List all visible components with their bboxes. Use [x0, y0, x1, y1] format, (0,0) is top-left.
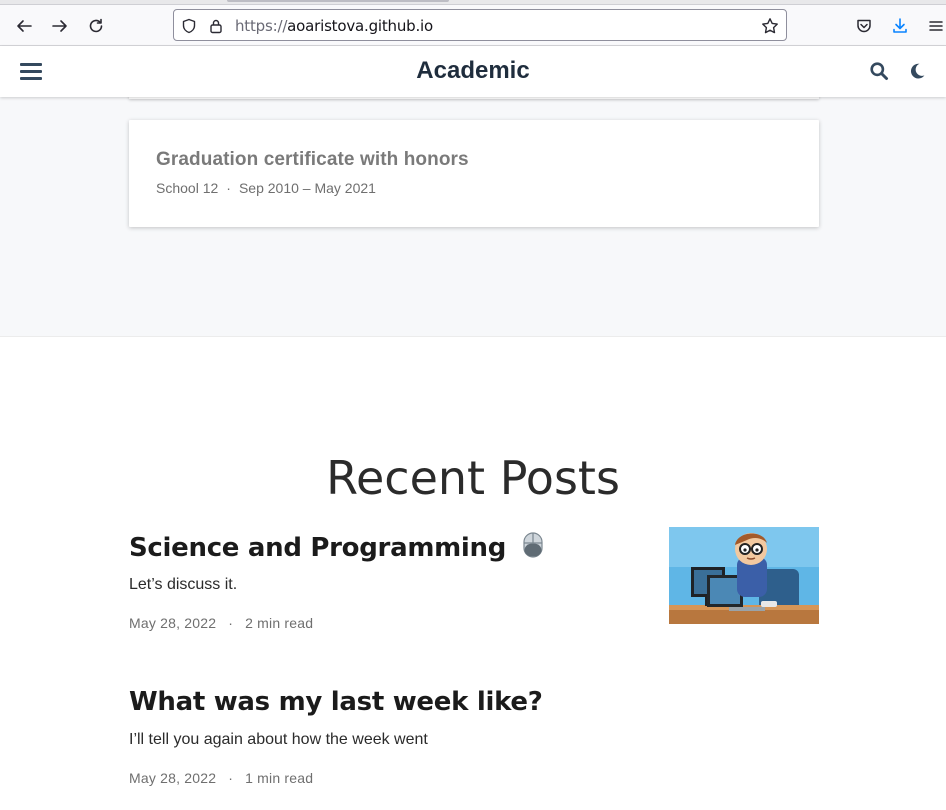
search-icon[interactable]: [867, 59, 891, 83]
back-button[interactable]: [10, 12, 38, 40]
experience-meta: School 12 · Sep 2010 – May 2021: [156, 180, 376, 196]
download-icon: [893, 18, 907, 33]
experience-card: Graduation certificate with honors Schoo…: [129, 120, 819, 227]
experience-organization: School 12: [156, 180, 219, 196]
url-host: aoaristova.github.io: [287, 17, 433, 35]
shield-icon[interactable]: [180, 17, 198, 35]
post-title-link[interactable]: Science and Programming: [129, 531, 545, 566]
post-summary: I’ll tell you again about how the week w…: [129, 731, 428, 748]
back-arrow-icon: [17, 20, 32, 32]
pocket-button[interactable]: [850, 12, 878, 40]
post-title[interactable]: Science and Programming: [129, 533, 506, 563]
menu-icon: [929, 21, 943, 31]
reload-button[interactable]: [82, 12, 110, 40]
bookmark-star-icon[interactable]: [761, 17, 779, 35]
url-scheme: https://: [235, 17, 288, 35]
browser-toolbar: https://aoaristova.github.io: [0, 5, 946, 46]
post-item: What was my last week like? I’ll tell yo…: [129, 687, 819, 792]
experience-period: Sep 2010 – May 2021: [238, 180, 376, 196]
post-item: Science and Programming Let’s discuss it…: [129, 527, 819, 637]
meta-separator: ·: [226, 180, 231, 196]
lock-icon[interactable]: [207, 17, 225, 35]
browser-active-tab[interactable]: [227, 0, 449, 2]
site-title[interactable]: Academic: [0, 57, 946, 85]
reload-icon: [89, 18, 103, 33]
post-read-time: 1 min read: [245, 770, 314, 786]
post-read-time: 2 min read: [245, 615, 314, 631]
post-date: May 28, 2022: [129, 615, 217, 631]
downloads-button[interactable]: [886, 12, 914, 40]
post-meta: May 28, 2022 · 1 min read: [129, 770, 313, 786]
post-title[interactable]: What was my last week like?: [129, 687, 543, 717]
meta-separator: ·: [228, 615, 234, 631]
address-bar[interactable]: https://aoaristova.github.io: [173, 9, 787, 41]
forward-button[interactable]: [46, 12, 74, 40]
post-summary: Let’s discuss it.: [129, 576, 238, 593]
computer-mouse-icon: [521, 531, 545, 566]
recent-posts-heading: Recent Posts: [326, 451, 620, 505]
app-menu-button[interactable]: [922, 12, 946, 40]
url-text[interactable]: https://aoaristova.github.io: [235, 17, 433, 35]
experience-title: Graduation certificate with honors: [156, 149, 469, 170]
site-navbar: Academic: [0, 46, 946, 97]
dark-mode-moon-icon[interactable]: [905, 59, 929, 83]
post-thumbnail[interactable]: [669, 527, 819, 624]
meta-separator: ·: [228, 770, 234, 786]
post-meta: May 28, 2022 · 2 min read: [129, 615, 313, 631]
experience-section: Graduation certificate with honors Schoo…: [0, 87, 946, 337]
post-date: May 28, 2022: [129, 770, 217, 786]
pocket-icon: [857, 19, 871, 33]
forward-arrow-icon: [52, 20, 67, 32]
